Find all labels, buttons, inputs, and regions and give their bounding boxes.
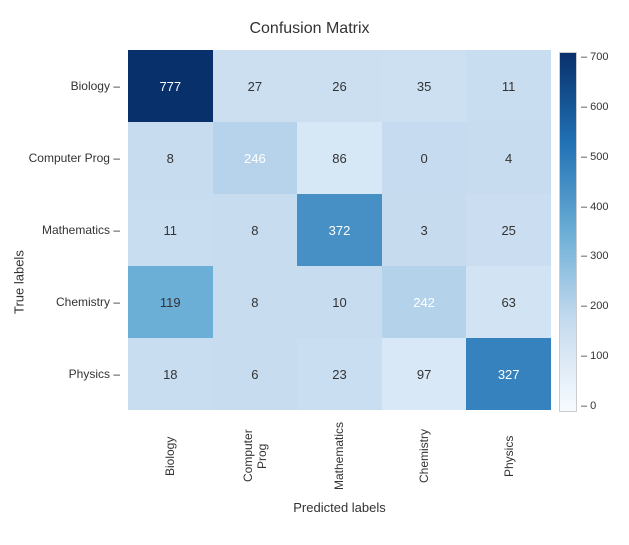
row-label-chemistry: Chemistry –	[28, 266, 128, 338]
cell: 8	[213, 194, 298, 266]
col-label-wrapper: Computer Prog	[213, 410, 298, 496]
colorbar-labels-and-bar: – 700 – 600 – 500 – 400 – 300 – 200 – 100 – 0	[559, 52, 619, 515]
colorbar-tick: – 200	[581, 301, 609, 312]
colorbar-tick: – 700	[581, 52, 609, 63]
chart-body: True labels Biology –Computer Prog –Math…	[10, 50, 619, 515]
col-label-wrapper: Mathematics	[297, 410, 382, 496]
cell: 26	[297, 50, 382, 122]
cell: 8	[213, 266, 298, 338]
x-axis-label: Predicted labels	[128, 500, 551, 515]
grid: 7772726351182468604118372325119810242631…	[128, 50, 551, 410]
row-label-physics: Physics –	[28, 338, 128, 410]
cell: 27	[213, 50, 298, 122]
row-label-mathematics: Mathematics –	[28, 194, 128, 266]
chart-title: Confusion Matrix	[70, 20, 549, 38]
cell: 25	[466, 194, 551, 266]
cell: 3	[382, 194, 467, 266]
cell: 372	[297, 194, 382, 266]
colorbar-tick: – 0	[581, 401, 609, 412]
cell: 119	[128, 266, 213, 338]
cell: 0	[382, 122, 467, 194]
col-label-chemistry: Chemistry	[417, 416, 431, 496]
grid-row: 11981024263	[128, 266, 551, 338]
cell: 23	[297, 338, 382, 410]
cell: 8	[128, 122, 213, 194]
cell: 86	[297, 122, 382, 194]
cell: 63	[466, 266, 551, 338]
colorbar-tick: – 300	[581, 251, 609, 262]
grid-row: 118372325	[128, 194, 551, 266]
col-label-physics: Physics	[502, 416, 516, 496]
cell: 11	[466, 50, 551, 122]
colorbar-section: – 700 – 600 – 500 – 400 – 300 – 200 – 100 – 0	[559, 50, 619, 515]
row-label-computer-prog: Computer Prog –	[28, 122, 128, 194]
row-labels-and-grid: Biology –Computer Prog –Mathematics –Che…	[28, 50, 551, 410]
col-label-mathematics: Mathematics	[332, 416, 346, 496]
matrix-section: Biology –Computer Prog –Mathematics –Che…	[28, 50, 551, 515]
cell: 97	[382, 338, 467, 410]
cell: 242	[382, 266, 467, 338]
y-axis-label: True labels	[10, 50, 28, 515]
cell: 11	[128, 194, 213, 266]
chart-container: Confusion Matrix True labels Biology –Co…	[0, 0, 629, 545]
cell: 4	[466, 122, 551, 194]
cell: 777	[128, 50, 213, 122]
matrix-and-colorbar: Biology –Computer Prog –Mathematics –Che…	[28, 50, 619, 515]
colorbar-tick: – 100	[581, 351, 609, 362]
col-label-computer-prog: Computer Prog	[241, 416, 269, 496]
grid-row: 1862397327	[128, 338, 551, 410]
col-label-wrapper: Biology	[128, 410, 213, 496]
colorbar-tick: – 500	[581, 152, 609, 163]
row-label-biology: Biology –	[28, 50, 128, 122]
col-label-wrapper: Physics	[466, 410, 551, 496]
grid-row: 82468604	[128, 122, 551, 194]
cell: 327	[466, 338, 551, 410]
cell: 6	[213, 338, 298, 410]
cell: 18	[128, 338, 213, 410]
grid-row: 77727263511	[128, 50, 551, 122]
cell: 246	[213, 122, 298, 194]
colorbar-bar	[559, 52, 577, 412]
row-labels: Biology –Computer Prog –Mathematics –Che…	[28, 50, 128, 410]
colorbar-tick: – 400	[581, 202, 609, 213]
colorbar-tick: – 600	[581, 102, 609, 113]
cell: 35	[382, 50, 467, 122]
col-labels-row: Biology Computer Prog Mathematics Chemistry…	[128, 410, 551, 496]
col-label-biology: Biology	[163, 416, 177, 496]
cell: 10	[297, 266, 382, 338]
colorbar-ticks: – 700 – 600 – 500 – 400 – 300 – 200 – 100 – 0	[577, 52, 609, 412]
col-label-wrapper: Chemistry	[382, 410, 467, 496]
